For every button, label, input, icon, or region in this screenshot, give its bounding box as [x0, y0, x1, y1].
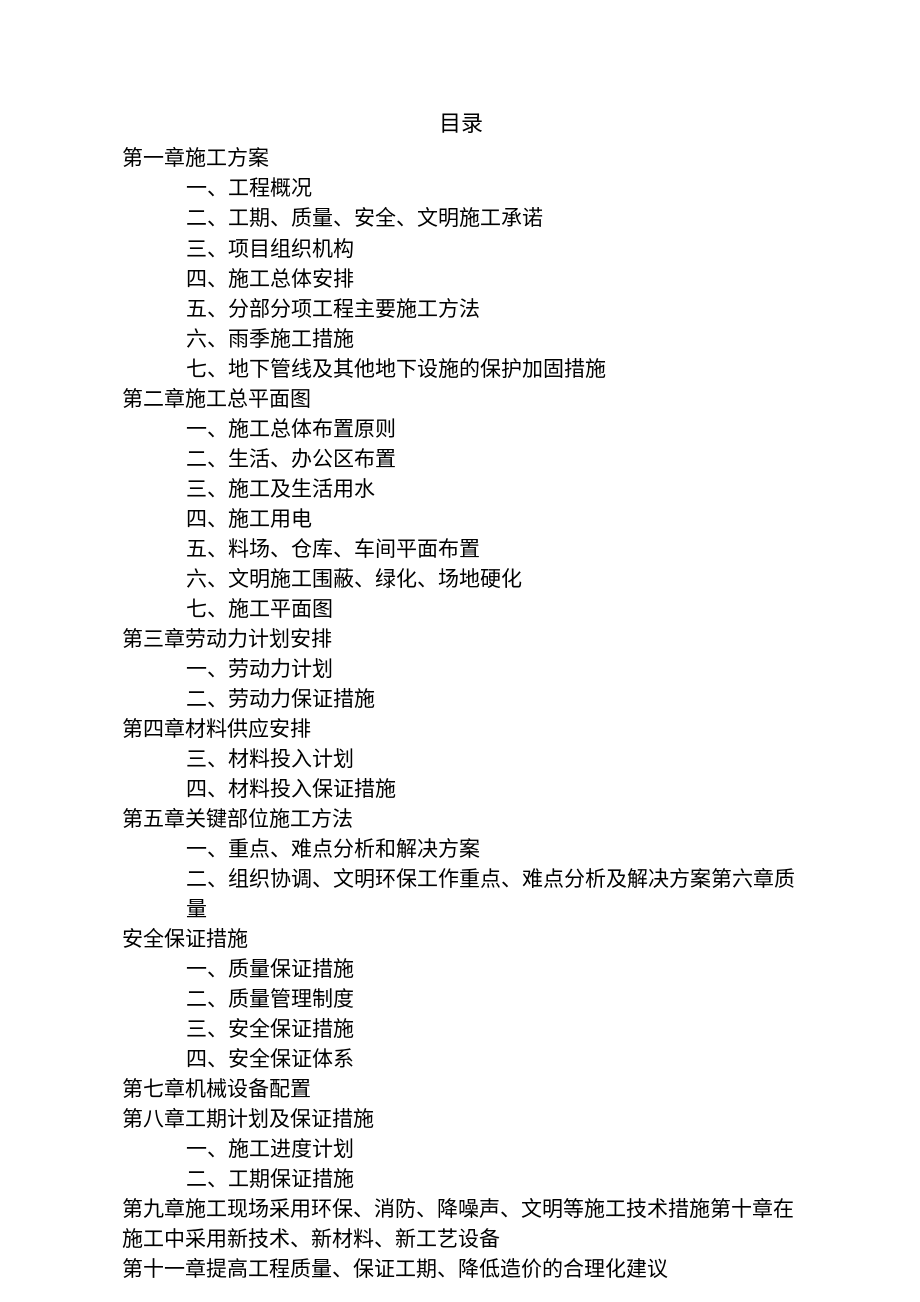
toc-line: 一、施工进度计划: [186, 1134, 800, 1164]
toc-line: 二、工期保证措施: [186, 1164, 800, 1194]
toc-line: 四、施工总体安排: [186, 264, 800, 294]
toc-line: 第九章施工现场采用环保、消防、降噪声、文明等施工技术措施第十章在: [122, 1194, 800, 1224]
toc-line: 一、施工总体布置原则: [186, 414, 800, 444]
toc-line: 五、分部分项工程主要施工方法: [186, 294, 800, 324]
toc-line: 第八章工期计划及保证措施: [122, 1104, 800, 1134]
toc-line: 七、施工平面图: [186, 594, 800, 624]
toc-line: 第三章劳动力计划安排: [122, 624, 800, 654]
toc-line: 六、雨季施工措施: [186, 324, 800, 354]
toc-line: 七、地下管线及其他地下设施的保护加固措施: [186, 354, 800, 384]
toc-line: 三、安全保证措施: [186, 1014, 800, 1044]
toc-line: 二、工期、质量、安全、文明施工承诺: [186, 203, 800, 233]
toc-line: 第十一章提高工程质量、保证工期、降低造价的合理化建议: [122, 1254, 800, 1284]
toc-line: 施工中采用新技术、新材料、新工艺设备: [122, 1224, 800, 1254]
toc-line: 三、材料投入计划: [186, 744, 800, 774]
toc-line: 一、工程概况: [186, 173, 800, 203]
toc-line: 二、质量管理制度: [186, 984, 800, 1014]
toc-line: 二、组织协调、文明环保工作重点、难点分析及解决方案第六章质量: [186, 864, 800, 924]
toc-line: 第二章施工总平面图: [122, 384, 800, 414]
page-title: 目录: [122, 108, 800, 139]
toc-line: 三、项目组织机构: [186, 234, 800, 264]
toc-line: 第七章机械设备配置: [122, 1074, 800, 1104]
toc-line: 第五章关键部位施工方法: [122, 804, 800, 834]
toc-line: 安全保证措施: [122, 924, 800, 954]
toc-line: 一、劳动力计划: [186, 654, 800, 684]
toc-line: 第四章材料供应安排: [122, 714, 800, 744]
toc-line: 三、施工及生活用水: [186, 474, 800, 504]
toc-line: 一、质量保证措施: [186, 954, 800, 984]
toc-body: 第一章施工方案一、工程概况二、工期、质量、安全、文明施工承诺三、项目组织机构四、…: [122, 143, 800, 1284]
toc-line: 四、施工用电: [186, 504, 800, 534]
toc-line: 六、文明施工围蔽、绿化、场地硬化: [186, 564, 800, 594]
toc-line: 二、生活、办公区布置: [186, 444, 800, 474]
toc-line: 第一章施工方案: [122, 143, 800, 173]
toc-line: 四、安全保证体系: [186, 1044, 800, 1074]
toc-line: 二、劳动力保证措施: [186, 684, 800, 714]
toc-line: 一、重点、难点分析和解决方案: [186, 834, 800, 864]
toc-line: 五、料场、仓库、车间平面布置: [186, 534, 800, 564]
toc-line: 四、材料投入保证措施: [186, 774, 800, 804]
